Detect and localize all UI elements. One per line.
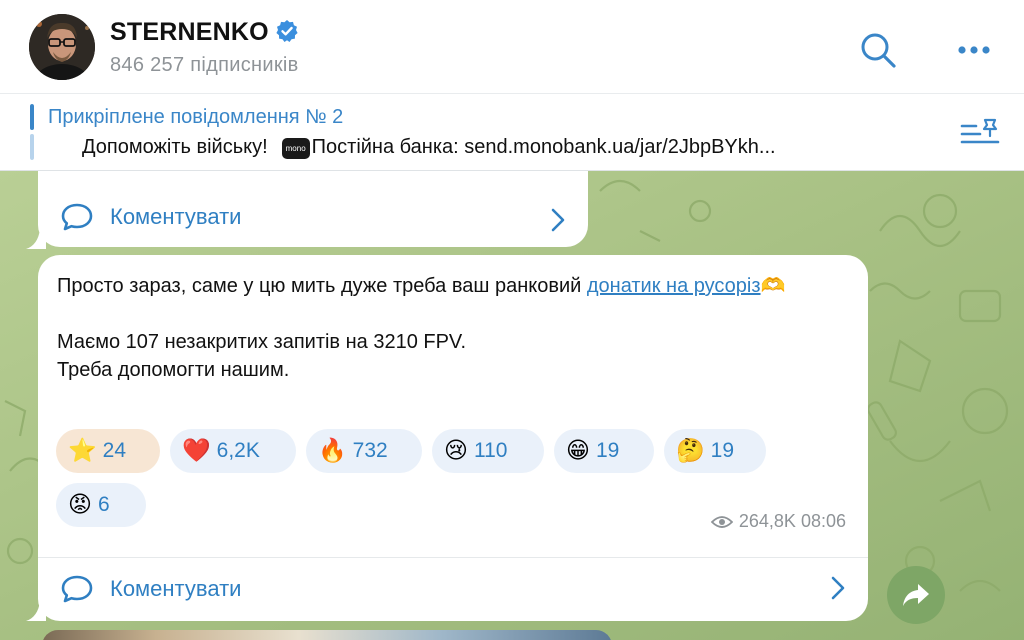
pinned-title: Прикріплене повідомлення № 2 xyxy=(48,106,344,128)
reaction-count: 19 xyxy=(595,439,620,462)
comment-bubble-icon xyxy=(61,203,93,231)
previous-comment-button[interactable]: Коментувати xyxy=(60,187,588,247)
channel-avatar[interactable] xyxy=(29,14,95,80)
verified-badge-icon xyxy=(275,19,299,50)
pinned-message-bar[interactable]: Прикріплене повідомлення № 2 Допоможіть … xyxy=(0,93,1024,171)
reaction-thinking[interactable]: 🤔 19 xyxy=(664,429,766,473)
message-line-3: Маємо 107 незакритих запитів на 3210 FPV… xyxy=(57,331,466,353)
message-bubble: Просто зараз, саме у цю мить дуже треба … xyxy=(38,255,868,621)
view-count: 264,8K xyxy=(738,511,796,531)
comment-divider xyxy=(38,557,868,558)
bubble-tail xyxy=(26,229,46,249)
more-dots-icon xyxy=(958,46,990,54)
chevron-right-icon xyxy=(551,208,565,232)
pin-list-icon xyxy=(960,118,1000,144)
heart-hands-emoji: 🫶 xyxy=(760,275,786,297)
donate-link[interactable]: донатик на русоріз xyxy=(587,275,761,297)
angry-face-icon: 😡 xyxy=(68,491,92,518)
pinned-text-before: Допоможіть війську! xyxy=(82,136,268,158)
message-time: 08:06 xyxy=(800,511,846,531)
reaction-grin[interactable]: 😁 19 xyxy=(554,429,654,473)
fire-icon: 🔥 xyxy=(318,437,347,464)
pinned-indicator xyxy=(30,104,34,160)
more-options-button[interactable] xyxy=(952,28,996,72)
message-line-4: Треба допомогти нашим. xyxy=(57,359,290,381)
reaction-heart[interactable]: ❤️ 6,2K xyxy=(170,429,296,473)
eye-icon xyxy=(710,515,733,528)
thinking-face-icon: 🤔 xyxy=(676,437,705,464)
grin-face-icon: 😁 xyxy=(566,437,590,464)
chat-area[interactable]: Коментувати Просто зараз, саме у цю мить… xyxy=(0,171,1024,640)
search-button[interactable] xyxy=(856,28,900,72)
subscriber-count: 846 257 підписників xyxy=(110,54,299,76)
channel-header: STERNENKO 846 257 підписників xyxy=(0,0,1024,93)
share-button[interactable] xyxy=(887,566,945,624)
comment-label: Коментувати xyxy=(110,576,242,601)
share-arrow-icon xyxy=(903,584,929,606)
reaction-angry[interactable]: 😡 6 xyxy=(56,483,146,527)
reaction-star[interactable]: ⭐ 24 xyxy=(56,429,160,473)
reaction-crying[interactable]: 😢 110 xyxy=(432,429,544,473)
message-line-1: Просто зараз, саме у цю мить дуже треба … xyxy=(57,275,582,297)
pinned-text: Допоможіть війську! mono Постійна банка: s… xyxy=(82,136,776,159)
reaction-count: 6,2K xyxy=(216,439,260,462)
reaction-count: 24 xyxy=(102,439,126,462)
next-message-media-preview[interactable] xyxy=(42,630,612,640)
comment-button[interactable]: Коментувати xyxy=(60,559,868,619)
channel-name-text: STERNENKO xyxy=(110,18,269,46)
search-icon xyxy=(861,33,896,68)
star-icon: ⭐ xyxy=(68,437,97,464)
reaction-fire[interactable]: 🔥 732 xyxy=(306,429,422,473)
channel-name[interactable]: STERNENKO xyxy=(110,18,299,50)
crying-face-icon: 😢 xyxy=(444,437,468,464)
pinned-list-button[interactable] xyxy=(958,116,1002,152)
reaction-count: 110 xyxy=(473,439,508,462)
heart-icon: ❤️ xyxy=(182,437,211,464)
message-text: Просто зараз, саме у цю мить дуже треба … xyxy=(57,272,857,384)
monobank-badge-icon: mono xyxy=(281,138,310,159)
message-meta: 264,8K 08:06 xyxy=(710,511,846,532)
chevron-right-icon xyxy=(831,576,845,600)
reaction-count: 6 xyxy=(97,493,110,516)
previous-comment-label: Коментувати xyxy=(110,204,242,229)
bubble-tail xyxy=(26,601,46,621)
previous-message-bubble: Коментувати xyxy=(38,171,588,247)
comment-bubble-icon xyxy=(61,575,93,603)
reaction-count: 732 xyxy=(352,439,388,462)
pinned-text-after: Постійна банка: send.monobank.ua/jar/2Jb… xyxy=(311,136,776,158)
reaction-count: 19 xyxy=(710,439,734,462)
